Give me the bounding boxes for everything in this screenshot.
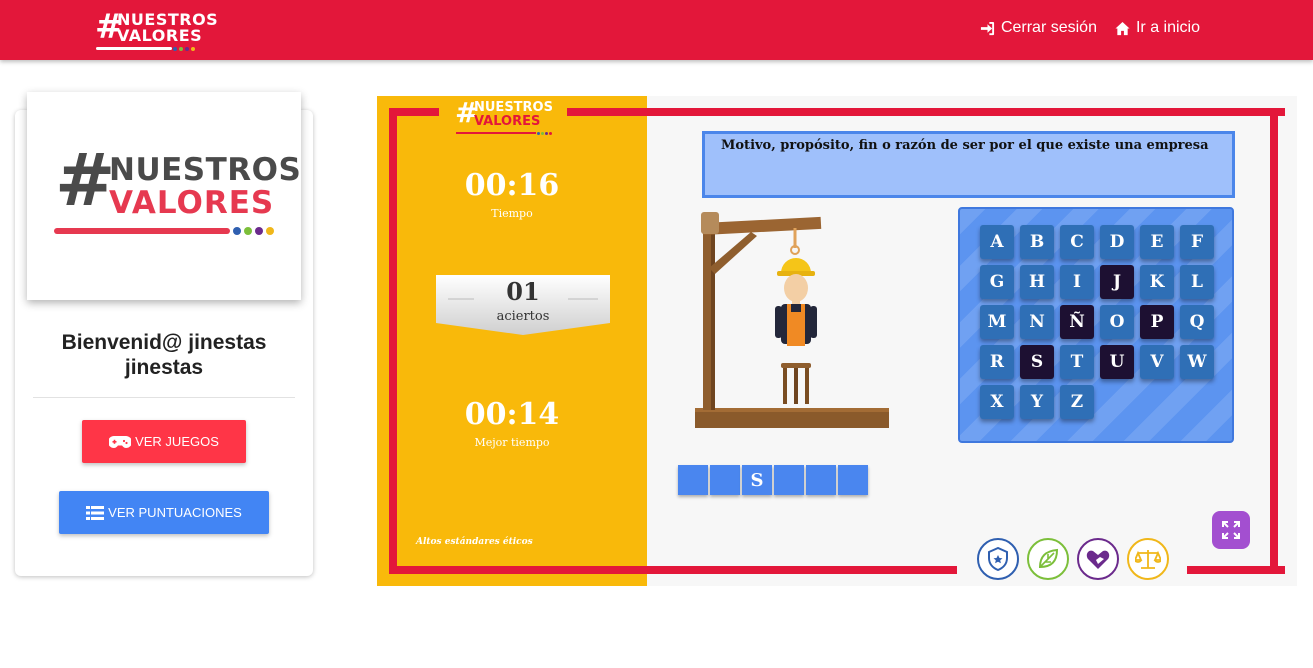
frame-right bbox=[1270, 108, 1278, 574]
hits-value: 01 bbox=[506, 277, 540, 306]
letter-key[interactable]: F bbox=[1180, 225, 1214, 259]
game-logo-line1: NUESTROS bbox=[474, 100, 553, 115]
best-time-value: 00:14 bbox=[464, 397, 560, 432]
letter-key[interactable]: G bbox=[980, 265, 1014, 299]
letter-key[interactable]: J bbox=[1100, 265, 1134, 299]
best-timer: 00:14 Mejor tiempo bbox=[377, 397, 647, 449]
question-box: Motivo, propósito, fin o razón de ser po… bbox=[702, 131, 1235, 198]
brand-underline bbox=[96, 47, 172, 50]
expand-icon bbox=[1222, 521, 1240, 539]
current-timer: 00:16 Tiempo bbox=[377, 168, 647, 220]
profile-logo-hash: # bbox=[55, 138, 116, 222]
frame-bottom-left bbox=[389, 566, 957, 574]
letter-key[interactable]: Y bbox=[1020, 385, 1054, 419]
view-games-label: VER JUEGOS bbox=[135, 434, 219, 449]
letter-key[interactable]: R bbox=[980, 345, 1014, 379]
answer-slot bbox=[678, 465, 708, 495]
sign-in-icon bbox=[980, 21, 994, 35]
top-navbar: # NUESTROS VALORES Cerrar sesión Ir a in… bbox=[0, 0, 1313, 60]
answer-slot bbox=[806, 465, 836, 495]
letter-key[interactable]: B bbox=[1020, 225, 1054, 259]
letter-key[interactable]: X bbox=[980, 385, 1014, 419]
gallows-illustration bbox=[695, 212, 889, 428]
view-games-button[interactable]: VER JUEGOS bbox=[82, 420, 246, 463]
leaf-icon[interactable] bbox=[1027, 538, 1069, 580]
letter-key[interactable]: M bbox=[980, 305, 1014, 339]
letter-key[interactable]: T bbox=[1060, 345, 1094, 379]
answer-slot bbox=[710, 465, 740, 495]
frame-bottom-right bbox=[1187, 566, 1285, 574]
letter-key[interactable]: E bbox=[1140, 225, 1174, 259]
shield-icon[interactable] bbox=[977, 538, 1019, 580]
letter-key[interactable]: C bbox=[1060, 225, 1094, 259]
game-logo-underline bbox=[456, 132, 536, 134]
motto-text: Altos estándares éticos bbox=[416, 537, 533, 547]
letter-key[interactable]: W bbox=[1180, 345, 1214, 379]
view-scores-button[interactable]: VER PUNTUACIONES bbox=[59, 491, 269, 534]
home-link[interactable]: Ir a inicio bbox=[1115, 19, 1200, 37]
fullscreen-button[interactable] bbox=[1212, 511, 1250, 549]
letter-key[interactable]: I bbox=[1060, 265, 1094, 299]
profile-logo-line2: VALORES bbox=[109, 185, 275, 221]
best-time-label: Mejor tiempo bbox=[474, 436, 550, 449]
heart-hand-icon[interactable] bbox=[1077, 538, 1119, 580]
hangman-game: # NUESTROS VALORES 00:16 Tiempo 01 acier… bbox=[377, 96, 1297, 586]
logout-link[interactable]: Cerrar sesión bbox=[980, 19, 1097, 37]
profile-logo-underline bbox=[54, 228, 230, 234]
timer-label: Tiempo bbox=[491, 207, 533, 220]
answer-slot bbox=[774, 465, 804, 495]
values-icons bbox=[957, 536, 1169, 584]
welcome-line1: Bienvenid@ jinestas bbox=[61, 331, 267, 354]
letter-key[interactable]: D bbox=[1100, 225, 1134, 259]
home-label: Ir a inicio bbox=[1135, 19, 1200, 36]
letter-key[interactable]: S bbox=[1020, 345, 1054, 379]
game-logo-dots bbox=[537, 132, 552, 135]
answer-slot bbox=[838, 465, 868, 495]
letter-key[interactable]: Z bbox=[1060, 385, 1094, 419]
letter-key[interactable]: U bbox=[1100, 345, 1134, 379]
answer-slot: S bbox=[742, 465, 772, 495]
hits-ribbon: 01 aciertos bbox=[436, 275, 610, 335]
game-logo-line2: VALORES bbox=[474, 114, 541, 129]
timer-value: 00:16 bbox=[464, 168, 560, 203]
letter-key[interactable]: Ñ bbox=[1060, 305, 1094, 339]
balance-scale-icon[interactable] bbox=[1127, 538, 1169, 580]
letter-keyboard: ABCDEF GHIJKL MNÑOPQ RSTUVW XYZ bbox=[958, 207, 1234, 443]
gamepad-icon bbox=[109, 435, 132, 448]
profile-logo-line1: NUESTROS bbox=[109, 152, 302, 188]
letter-key[interactable]: V bbox=[1140, 345, 1174, 379]
brand-line2: VALORES bbox=[117, 26, 203, 45]
brand-dots bbox=[173, 47, 195, 51]
profile-logo: # NUESTROS VALORES bbox=[27, 92, 301, 300]
letter-key[interactable]: L bbox=[1180, 265, 1214, 299]
welcome-message: Bienvenid@ jinestas jinestas bbox=[15, 330, 313, 380]
letter-key[interactable]: P bbox=[1140, 305, 1174, 339]
hits-label: aciertos bbox=[496, 309, 550, 324]
top-nav-links: Cerrar sesión Ir a inicio bbox=[980, 19, 1200, 37]
letter-key[interactable]: O bbox=[1100, 305, 1134, 339]
letter-key[interactable]: N bbox=[1020, 305, 1054, 339]
frame-top bbox=[567, 108, 1285, 116]
home-icon bbox=[1115, 21, 1130, 35]
welcome-line2: jinestas bbox=[124, 356, 204, 379]
logout-label: Cerrar sesión bbox=[1000, 19, 1097, 36]
profile-logo-dots bbox=[233, 227, 274, 235]
letter-key[interactable]: Q bbox=[1180, 305, 1214, 339]
letter-key[interactable]: K bbox=[1140, 265, 1174, 299]
list-icon bbox=[86, 505, 105, 520]
view-scores-label: VER PUNTUACIONES bbox=[108, 505, 242, 520]
game-logo: # NUESTROS VALORES bbox=[439, 96, 565, 140]
letter-key[interactable]: A bbox=[980, 225, 1014, 259]
profile-divider bbox=[33, 397, 295, 398]
answer-slots: S bbox=[678, 465, 868, 495]
letter-key[interactable]: H bbox=[1020, 265, 1054, 299]
